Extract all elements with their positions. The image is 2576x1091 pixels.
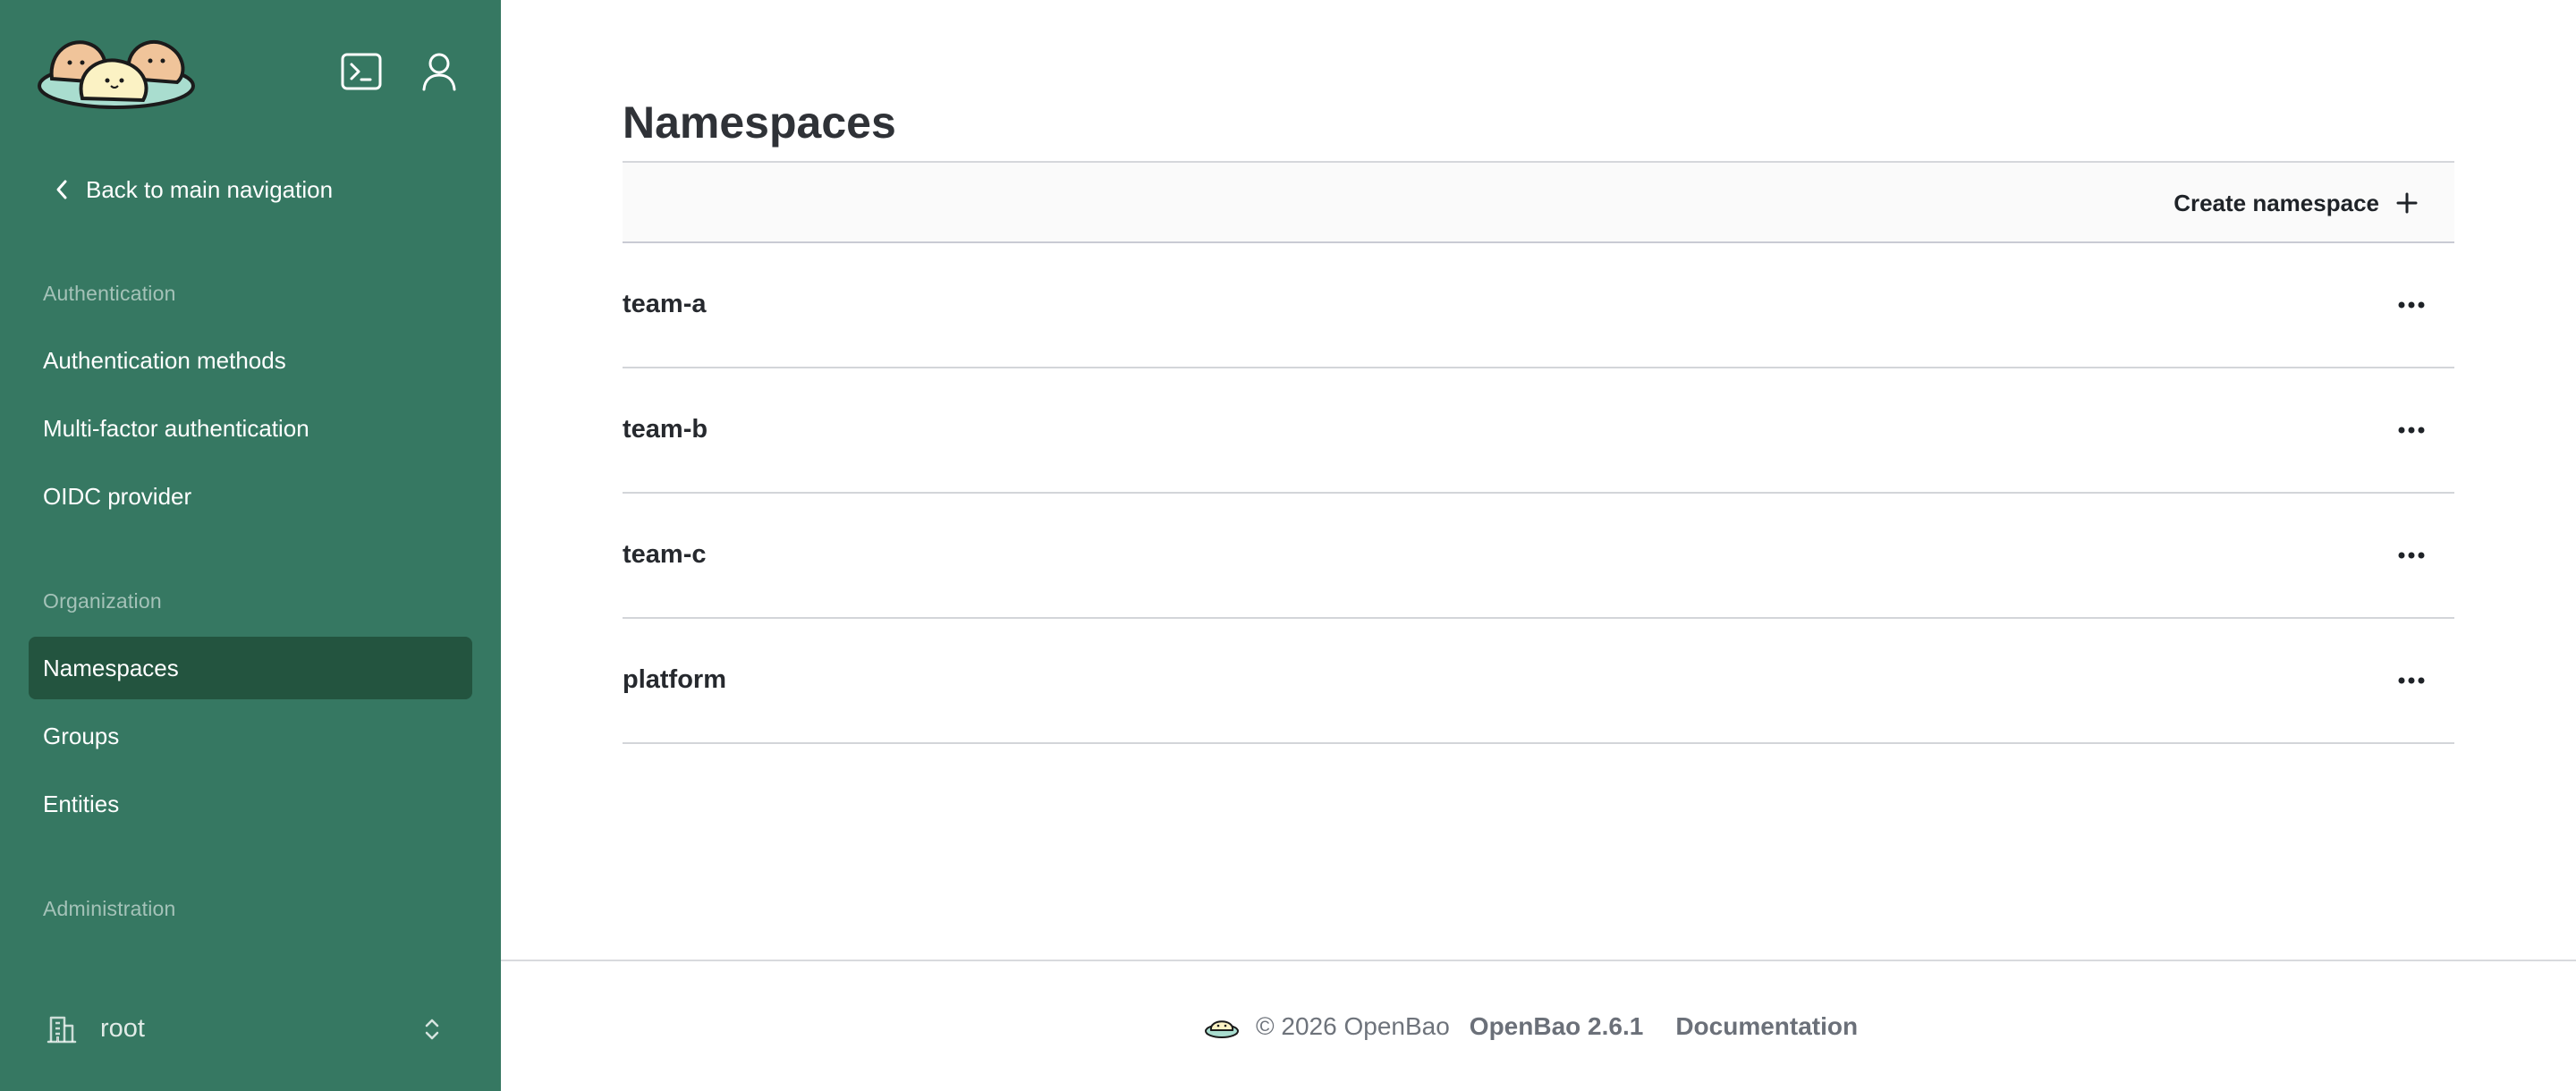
sidebar-item-entities[interactable]: Entities xyxy=(29,773,472,835)
copyright-text: © 2026 OpenBao xyxy=(1256,1012,1450,1040)
section-label-authentication: Authentication xyxy=(43,282,176,305)
building-icon xyxy=(47,1016,77,1044)
toolbar: Create namespace xyxy=(623,161,2454,243)
version-text: OpenBao 2.6.1 xyxy=(1469,1012,1644,1040)
main-content: Namespaces Create namespace team-a team-… xyxy=(501,0,2576,1091)
chevron-left-icon xyxy=(54,173,73,206)
namespace-name: team-c xyxy=(623,540,707,569)
namespace-name: team-b xyxy=(623,415,708,444)
openbao-mini-logo-icon xyxy=(1205,1020,1239,1038)
namespace-list: team-a team-b team-c platform xyxy=(623,243,2454,744)
list-item[interactable]: platform xyxy=(623,619,2454,744)
footer-content: © 2026 OpenBao OpenBao 2.6.1 Documentati… xyxy=(1204,1008,1858,1045)
sidebar-item-oidc-provider[interactable]: OIDC provider xyxy=(29,465,472,528)
openbao-logo[interactable] xyxy=(36,32,197,109)
more-options-icon[interactable] xyxy=(2394,292,2429,318)
current-namespace-label: root xyxy=(100,1014,145,1043)
sidebar-item-multi-factor-authentication[interactable]: Multi-factor authentication xyxy=(29,397,472,460)
user-icon[interactable] xyxy=(418,50,461,93)
back-link-label: Back to main navigation xyxy=(86,175,334,203)
list-item[interactable]: team-b xyxy=(623,368,2454,494)
footer: © 2026 OpenBao OpenBao 2.6.1 Documentati… xyxy=(501,960,2576,1091)
terminal-icon[interactable] xyxy=(340,50,383,93)
namespace-name: team-a xyxy=(623,290,707,318)
more-options-icon[interactable] xyxy=(2394,417,2429,444)
list-item[interactable]: team-c xyxy=(623,494,2454,619)
namespace-picker[interactable]: root xyxy=(29,1002,472,1057)
namespace-name: platform xyxy=(623,665,726,694)
section-label-administration: Administration xyxy=(43,897,176,920)
documentation-link[interactable]: Documentation xyxy=(1675,1012,1858,1041)
page-title: Namespaces xyxy=(623,97,896,148)
create-namespace-label: Create namespace xyxy=(2174,189,2379,216)
back-to-main-navigation-link[interactable]: Back to main navigation xyxy=(54,173,333,206)
list-item[interactable]: team-a xyxy=(623,243,2454,368)
create-namespace-button[interactable]: Create namespace xyxy=(2174,182,2419,224)
section-label-organization: Organization xyxy=(43,589,162,613)
sidebar-item-namespaces[interactable]: Namespaces xyxy=(29,637,472,699)
more-options-icon[interactable] xyxy=(2394,542,2429,569)
sidebar: Back to main navigation Authentication A… xyxy=(0,0,501,1091)
more-options-icon[interactable] xyxy=(2394,667,2429,694)
sidebar-item-groups[interactable]: Groups xyxy=(29,705,472,767)
chevron-up-down-icon xyxy=(425,1019,439,1040)
sidebar-item-authentication-methods[interactable]: Authentication methods xyxy=(29,329,472,392)
plus-icon xyxy=(2396,192,2418,214)
clipped-nav-item: · xyxy=(43,964,50,969)
